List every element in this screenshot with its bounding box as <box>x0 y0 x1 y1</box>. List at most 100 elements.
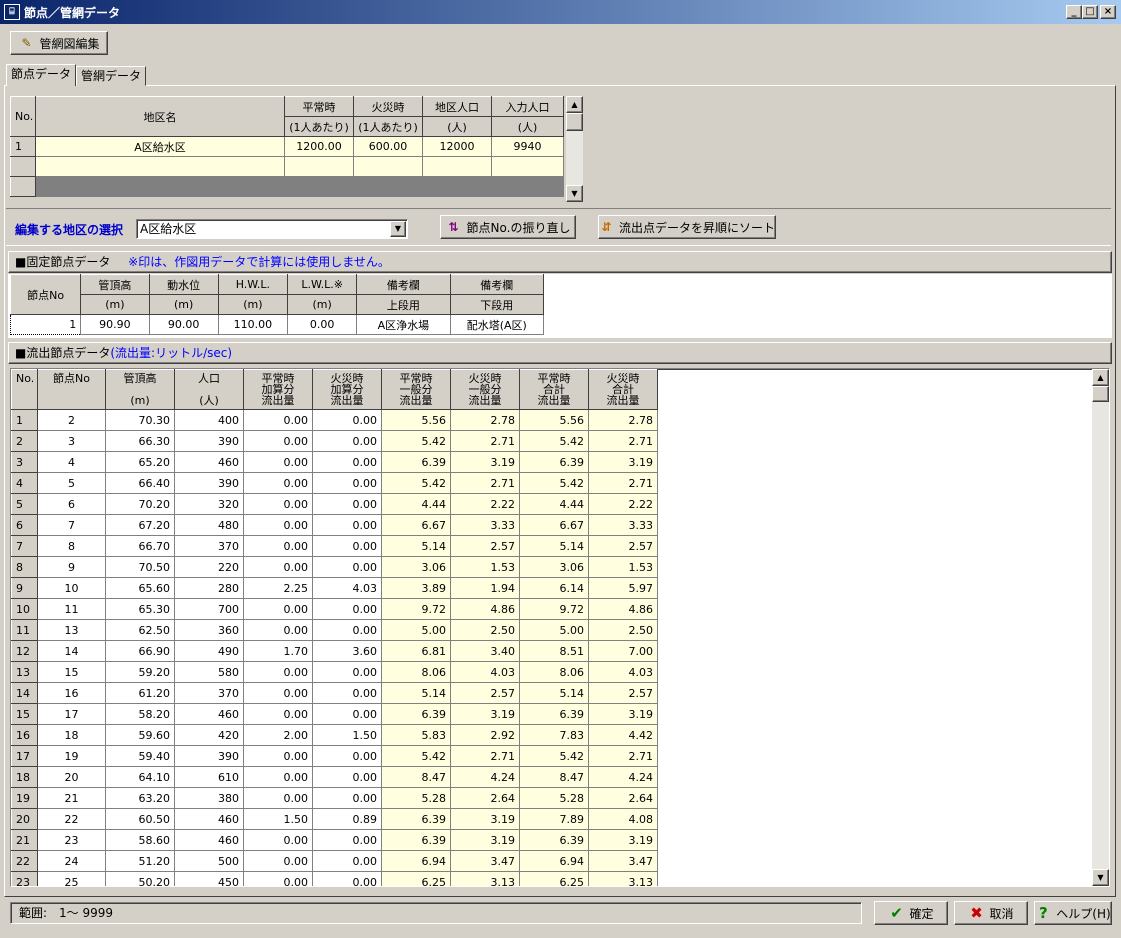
fire-general-cell[interactable]: 3.19 <box>450 451 520 473</box>
normal-total-cell[interactable]: 5.28 <box>519 787 589 809</box>
fire-general-cell[interactable]: 4.86 <box>450 598 520 620</box>
normal-total-cell[interactable]: 6.25 <box>519 871 589 886</box>
node-no-cell[interactable]: 4 <box>37 451 106 473</box>
normal-total-cell[interactable]: 5.14 <box>519 535 589 557</box>
fire-total-cell[interactable]: 4.42 <box>588 724 658 746</box>
node-no-cell[interactable]: 24 <box>37 850 106 872</box>
fire-total-cell[interactable]: 3.19 <box>588 703 658 725</box>
table-row[interactable]: 13 15 59.20 580 0.00 0.00 8.06 4.03 8.06 4.03 <box>11 661 658 683</box>
fire-general-cell[interactable]: 2.22 <box>450 493 520 515</box>
node-no-cell[interactable]: 21 <box>37 787 106 809</box>
fire-add-cell[interactable]: 3.60 <box>312 640 382 662</box>
fire-total-cell[interactable]: 2.64 <box>588 787 658 809</box>
district-population-cell[interactable]: 12000 <box>422 136 492 157</box>
fire-add-cell[interactable]: 0.00 <box>312 598 382 620</box>
node-no-cell[interactable]: 9 <box>37 556 106 578</box>
pipe-top-cell[interactable]: 66.30 <box>105 430 175 452</box>
district-select[interactable]: A区給水区 ▼ <box>136 219 408 239</box>
outflow-scrollbar[interactable]: ▲ ▼ <box>1092 369 1109 886</box>
normal-total-cell[interactable]: 6.39 <box>519 703 589 725</box>
normal-general-cell[interactable]: 4.44 <box>381 493 451 515</box>
fire-total-cell[interactable]: 2.71 <box>588 472 658 494</box>
population-cell[interactable]: 460 <box>174 829 244 851</box>
normal-general-cell[interactable]: 3.89 <box>381 577 451 599</box>
population-cell[interactable]: 460 <box>174 451 244 473</box>
fire-total-cell[interactable]: 2.57 <box>588 535 658 557</box>
node-no-cell[interactable]: 17 <box>37 703 106 725</box>
table-row[interactable]: 7 8 66.70 370 0.00 0.00 5.14 2.57 5.14 2.57 <box>11 535 658 557</box>
node-no-cell[interactable]: 19 <box>37 745 106 767</box>
normal-total-cell[interactable]: 8.06 <box>519 661 589 683</box>
normal-general-cell[interactable]: 5.00 <box>381 619 451 641</box>
pipe-top-cell[interactable]: 59.20 <box>105 661 175 683</box>
fire-total-cell[interactable]: 2.50 <box>588 619 658 641</box>
population-cell[interactable]: 400 <box>174 409 244 431</box>
pipe-top-cell[interactable]: 65.30 <box>105 598 175 620</box>
table-row[interactable]: 5 6 70.20 320 0.00 0.00 4.44 2.22 4.44 2.22 <box>11 493 658 515</box>
table-row[interactable]: 6 7 67.20 480 0.00 0.00 6.67 3.33 6.67 3.33 <box>11 514 658 536</box>
fire-general-cell[interactable]: 2.64 <box>450 787 520 809</box>
fire-total-cell[interactable]: 2.57 <box>588 682 658 704</box>
normal-general-cell[interactable]: 8.06 <box>381 661 451 683</box>
normal-add-cell[interactable]: 0.00 <box>243 409 313 431</box>
fire-general-cell[interactable]: 3.19 <box>450 808 520 830</box>
fire-add-cell[interactable]: 0.00 <box>312 745 382 767</box>
normal-general-cell[interactable]: 9.72 <box>381 598 451 620</box>
normal-add-cell[interactable]: 0.00 <box>243 619 313 641</box>
population-cell[interactable]: 390 <box>174 430 244 452</box>
normal-add-cell[interactable]: 0.00 <box>243 766 313 788</box>
fire-total-cell[interactable]: 2.78 <box>588 409 658 431</box>
normal-general-cell[interactable]: 5.28 <box>381 787 451 809</box>
fire-add-cell[interactable]: 0.00 <box>312 787 382 809</box>
table-row[interactable]: 20 22 60.50 460 1.50 0.89 6.39 3.19 7.89 4.08 <box>11 808 658 830</box>
node-no-cell[interactable]: 7 <box>37 514 106 536</box>
edit-pipe-map-button[interactable]: ✎ 管網図編集 <box>10 31 108 55</box>
pipe-top-cell[interactable]: 63.20 <box>105 787 175 809</box>
population-cell[interactable]: 700 <box>174 598 244 620</box>
normal-general-cell[interactable]: 5.14 <box>381 682 451 704</box>
population-cell[interactable]: 360 <box>174 619 244 641</box>
normal-add-cell[interactable]: 0.00 <box>243 787 313 809</box>
pipe-top-cell[interactable]: 70.50 <box>105 556 175 578</box>
table-row[interactable]: 11 13 62.50 360 0.00 0.00 5.00 2.50 5.00 2.50 <box>11 619 658 641</box>
normal-total-cell[interactable]: 9.72 <box>519 598 589 620</box>
normal-cell[interactable]: 1200.00 <box>284 136 354 157</box>
population-cell[interactable]: 480 <box>174 514 244 536</box>
pipe-top-cell[interactable]: 62.50 <box>105 619 175 641</box>
fire-total-cell[interactable]: 7.00 <box>588 640 658 662</box>
fire-total-cell[interactable]: 4.86 <box>588 598 658 620</box>
normal-total-cell[interactable]: 6.94 <box>519 850 589 872</box>
normal-total-cell[interactable]: 5.42 <box>519 472 589 494</box>
pipe-top-cell[interactable]: 66.70 <box>105 535 175 557</box>
scroll-up-icon[interactable]: ▲ <box>1092 369 1109 386</box>
fire-total-cell[interactable]: 4.24 <box>588 766 658 788</box>
fire-general-cell[interactable]: 3.19 <box>450 829 520 851</box>
pipe-top-cell[interactable]: 61.20 <box>105 682 175 704</box>
normal-add-cell[interactable]: 0.00 <box>243 703 313 725</box>
normal-general-cell[interactable]: 6.67 <box>381 514 451 536</box>
fire-add-cell[interactable]: 0.00 <box>312 451 382 473</box>
fire-general-cell[interactable]: 2.78 <box>450 409 520 431</box>
population-cell[interactable]: 420 <box>174 724 244 746</box>
population-cell[interactable]: 610 <box>174 766 244 788</box>
fire-total-cell[interactable]: 5.97 <box>588 577 658 599</box>
node-no-cell[interactable]: 23 <box>37 829 106 851</box>
fire-total-cell[interactable]: 3.13 <box>588 871 658 886</box>
fire-general-cell[interactable]: 1.53 <box>450 556 520 578</box>
fire-general-cell[interactable]: 2.71 <box>450 745 520 767</box>
empty-cell[interactable] <box>353 156 423 177</box>
normal-total-cell[interactable]: 5.14 <box>519 682 589 704</box>
scroll-down-icon[interactable]: ▼ <box>1092 869 1109 886</box>
lwl-cell[interactable]: 0.00 <box>286 314 358 335</box>
normal-add-cell[interactable]: 0.00 <box>243 598 313 620</box>
population-cell[interactable]: 280 <box>174 577 244 599</box>
fire-add-cell[interactable]: 0.00 <box>312 703 382 725</box>
table-row[interactable]: 1 2 70.30 400 0.00 0.00 5.56 2.78 5.56 2.78 <box>11 409 658 431</box>
population-cell[interactable]: 460 <box>174 808 244 830</box>
pipe-top-cell[interactable]: 59.40 <box>105 745 175 767</box>
normal-total-cell[interactable]: 5.42 <box>519 745 589 767</box>
ok-button[interactable]: ✔ 確定 <box>874 901 948 925</box>
normal-total-cell[interactable]: 8.51 <box>519 640 589 662</box>
fire-general-cell[interactable]: 1.94 <box>450 577 520 599</box>
pipe-top-cell[interactable]: 51.20 <box>105 850 175 872</box>
